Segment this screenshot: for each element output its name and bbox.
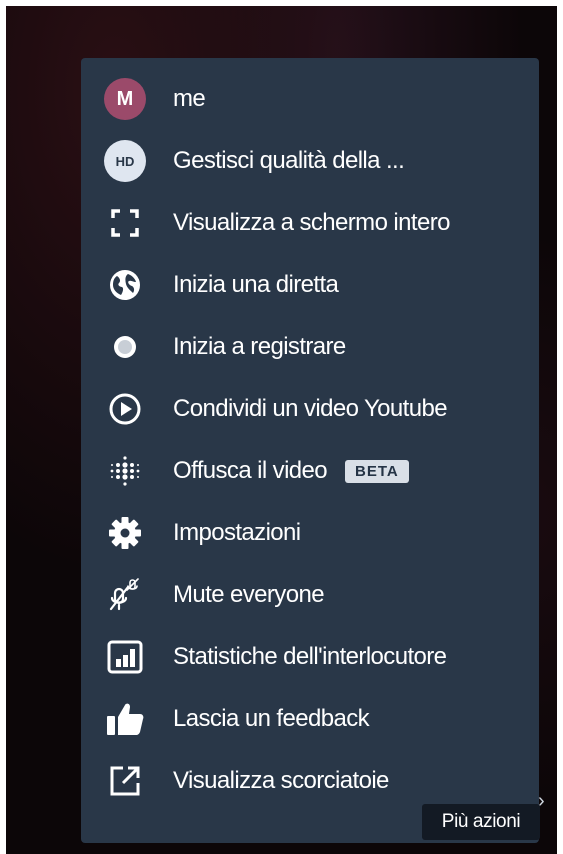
menu-item-blur-video[interactable]: Offusca il video BETA [81, 440, 539, 502]
menu-item-label: Offusca il video [173, 457, 328, 484]
stats-icon [103, 635, 147, 679]
menu-item-label: Visualizza a schermo intero [173, 209, 450, 236]
menu-item-start-livestream[interactable]: Inizia una diretta [81, 254, 539, 316]
menu-item-label: Lascia un feedback [173, 705, 370, 732]
menu-item-label: Inizia a registrare [173, 333, 346, 360]
more-actions-tooltip: Più azioni [422, 804, 540, 840]
hd-badge: HD [104, 140, 146, 182]
gear-icon [103, 511, 147, 555]
globe-icon [103, 263, 147, 307]
menu-item-label: Impostazioni [173, 519, 301, 546]
menu-item-label: Gestisci qualità della ... [173, 147, 405, 174]
menu-item-label: Condividi un video Youtube [173, 395, 448, 422]
menu-item-settings[interactable]: Impostazioni [81, 502, 539, 564]
menu-item-label: me [173, 85, 206, 112]
mic-muted-icon [103, 573, 147, 617]
external-link-icon [103, 759, 147, 803]
menu-item-label: Statistiche dell'interlocutore [173, 643, 447, 670]
menu-item-label: Inizia una diretta [173, 271, 339, 298]
blur-dots-icon [103, 449, 147, 493]
beta-badge: BETA [345, 459, 409, 483]
avatar: M [104, 78, 146, 120]
menu-item-profile[interactable]: M me [81, 68, 539, 130]
menu-item-share-youtube[interactable]: Condividi un video Youtube [81, 378, 539, 440]
menu-item-mute-everyone[interactable]: Mute everyone [81, 564, 539, 626]
play-circle-icon [103, 387, 147, 431]
menu-item-label: Mute everyone [173, 581, 325, 608]
more-actions-menu: M me HD Gestisci qualità della ... Visua… [81, 58, 539, 843]
record-icon [103, 325, 147, 369]
menu-item-view-shortcuts[interactable]: Visualizza scorciatoie [81, 750, 539, 812]
menu-item-caller-statistics[interactable]: Statistiche dell'interlocutore [81, 626, 539, 688]
hd-icon: HD [103, 139, 147, 183]
thumbs-up-icon [103, 697, 147, 741]
fullscreen-icon [103, 201, 147, 245]
menu-item-leave-feedback[interactable]: Lascia un feedback [81, 688, 539, 750]
menu-item-fullscreen[interactable]: Visualizza a schermo intero [81, 192, 539, 254]
menu-item-label: Visualizza scorciatoie [173, 767, 389, 794]
menu-item-start-recording[interactable]: Inizia a registrare [81, 316, 539, 378]
menu-item-video-quality[interactable]: HD Gestisci qualità della ... [81, 130, 539, 192]
avatar-icon: M [103, 77, 147, 121]
